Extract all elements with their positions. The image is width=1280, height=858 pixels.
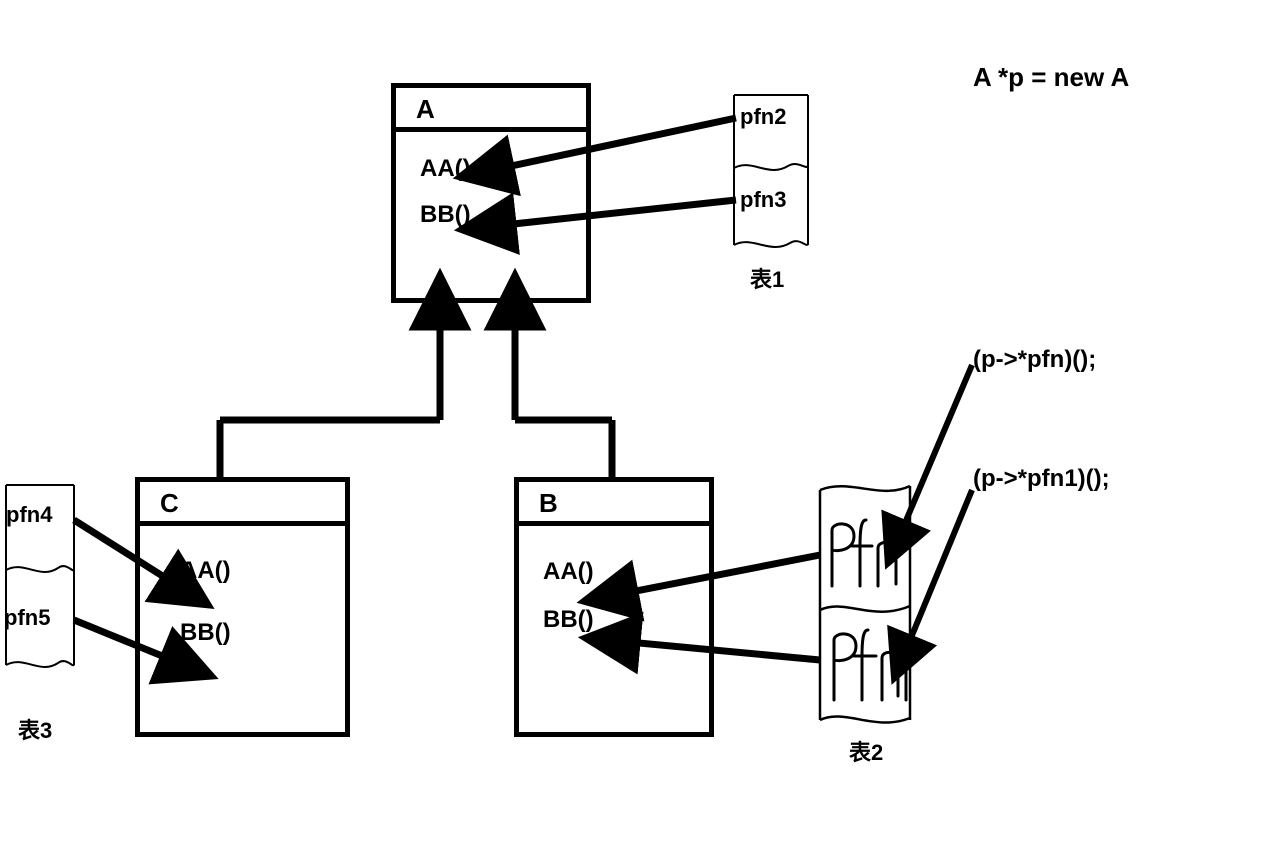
code-annotation: A *p = new A: [973, 62, 1129, 93]
inheritance-arrows: [220, 318, 612, 477]
table2-caption: 表2: [849, 735, 883, 767]
class-a-method-bb: BB(): [420, 192, 576, 238]
class-box-c: C AA() BB(): [135, 477, 350, 737]
table3-entry-pfn4: pfn4: [6, 502, 52, 528]
table1-caption: 表1: [750, 262, 784, 294]
class-box-a: A AA() BB(): [391, 83, 591, 303]
class-box-b: B AA() BB(): [514, 477, 714, 737]
table1-entry-pfn3: pfn3: [740, 187, 786, 213]
class-c-method-aa: AA(): [180, 540, 335, 602]
table2-sketch: [820, 486, 910, 723]
class-a-method-aa: AA(): [420, 146, 576, 192]
class-c-title: C: [140, 482, 345, 526]
class-a-title: A: [396, 88, 586, 132]
class-c-body: AA() BB(): [140, 526, 345, 675]
table2-annotation-pfn: (p->*pfn)();: [973, 346, 1096, 374]
table3-entry-pfn5: pfn5: [4, 605, 50, 631]
arrow-annot-pfn1: [908, 490, 972, 645]
table2-entry-pfn1: [834, 630, 906, 700]
class-a-body: AA() BB(): [396, 132, 586, 247]
table3-caption: 表3: [18, 713, 52, 745]
table2-entry-pfn: [832, 520, 896, 586]
class-b-method-aa: AA(): [543, 548, 699, 596]
class-b-method-bb: BB(): [543, 596, 699, 644]
class-c-method-bb: BB(): [180, 602, 335, 664]
table1-entry-pfn2: pfn2: [740, 104, 786, 130]
table2-annotation-pfn1: (p->*pfn1)();: [973, 465, 1110, 493]
class-b-body: AA() BB(): [519, 526, 709, 654]
class-b-title: B: [519, 482, 709, 526]
arrow-annot-pfn: [902, 365, 972, 530]
